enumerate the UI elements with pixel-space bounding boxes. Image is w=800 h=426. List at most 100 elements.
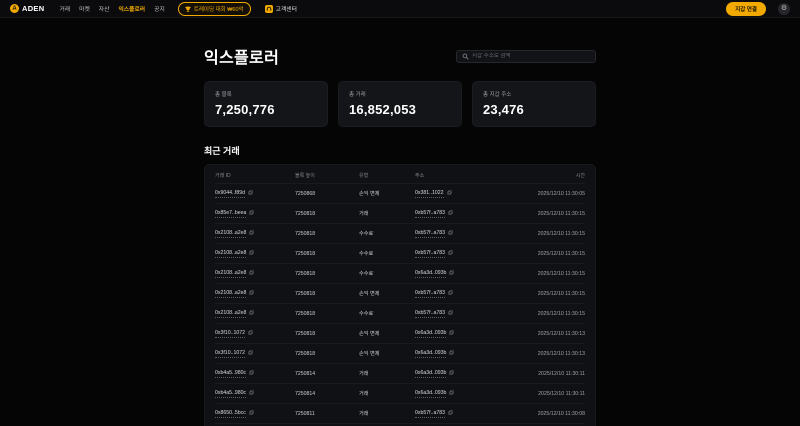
copy-icon[interactable] — [248, 350, 253, 357]
copy-icon[interactable] — [449, 350, 455, 357]
copy-icon[interactable] — [449, 390, 455, 397]
wallet-search-box[interactable] — [456, 49, 596, 63]
address-link[interactable]: 0x381..1022 — [415, 190, 444, 198]
tx-id-link[interactable]: 0x2108..a2e8 — [215, 290, 247, 298]
column-header-block-height: 블록 높이 — [295, 173, 315, 179]
block-height-cell: 7250814 — [295, 383, 359, 404]
support-center-label: 고객센터 — [275, 7, 297, 13]
tx-id-cell: 0x2108..a2e8 — [215, 263, 295, 284]
address-link[interactable]: 0x6a3d..093b — [415, 350, 447, 358]
copy-icon[interactable] — [448, 250, 453, 257]
stat-card-total-transactions: 총 거래 16,852,053 — [338, 81, 462, 127]
tx-id-link[interactable]: 0x2108..a2e8 — [215, 310, 247, 318]
address-link[interactable]: 0xb57f..a783 — [415, 310, 445, 318]
copy-icon[interactable] — [249, 270, 255, 277]
menu-item-market[interactable]: 마켓 — [79, 4, 90, 13]
tx-id-link[interactable]: 0x2108..a2e8 — [215, 270, 247, 278]
address-link[interactable]: 0xb57f..a783 — [415, 410, 445, 418]
copy-icon[interactable] — [248, 330, 253, 337]
wallet-search-input[interactable] — [472, 53, 590, 59]
tx-id-link[interactable]: 0x85e7..beea — [215, 210, 247, 218]
address-link[interactable]: 0xb57f..a783 — [415, 230, 445, 238]
copy-icon[interactable] — [448, 310, 453, 317]
copy-icon[interactable] — [248, 190, 253, 197]
address-link[interactable]: 0xb57f..a783 — [415, 250, 445, 258]
menu-item-explorer[interactable]: 익스플로러 — [118, 4, 145, 13]
address-link[interactable]: 0x6a3d..093b — [415, 270, 447, 278]
table-row: 0x2108..a2e8 7250818 수수료 0xb57f..a783 20… — [215, 223, 585, 244]
table-row: 0x8650..5bcc 7250811 거래 0xb57f..a783 202… — [215, 403, 585, 424]
trading-contest-label: 트레이딩 대회 ₩60억 — [193, 6, 244, 13]
address-link[interactable]: 0x6a3d..093b — [415, 370, 447, 378]
tx-id-cell: 0x2108..a2e8 — [215, 303, 295, 324]
address-cell: 0xb57f..a783 — [415, 403, 519, 424]
recent-transactions-title: 최근 거래 — [204, 146, 240, 156]
column-header-time: 시간 — [575, 173, 585, 179]
time-cell: 2025/12/10 11:30:15 — [519, 263, 585, 284]
copy-icon[interactable] — [449, 370, 455, 377]
copy-icon[interactable] — [249, 410, 254, 417]
time-cell: 2025/12/10 11:30:15 — [519, 283, 585, 304]
menu-item-trade[interactable]: 거래 — [59, 4, 70, 13]
address-link[interactable]: 0xb57f..a783 — [415, 210, 445, 218]
table-row: 0x2108..a2e8 7250818 수수료 0xb57f..a783 20… — [215, 243, 585, 264]
stat-label: 총 지갑 주소 — [483, 92, 512, 98]
address-cell: 0xb57f..a783 — [415, 303, 519, 324]
copy-icon[interactable] — [249, 230, 255, 237]
tx-id-link[interactable]: 0x9044..f89d — [215, 190, 245, 198]
time-cell: 2025/12/10 11:30:13 — [519, 323, 585, 344]
tx-id-link[interactable]: 0x2108..a2e8 — [215, 230, 247, 238]
top-navbar: A ADEN 거래 마켓 자산 익스플로러 공지 트레이딩 대회 ₩60억 고객… — [0, 0, 800, 18]
address-cell: 0xb57f..a783 — [415, 283, 519, 304]
tx-id-link[interactable]: 0x3f10..1072 — [215, 330, 245, 338]
copy-icon[interactable] — [449, 330, 455, 337]
block-height-cell: 7250818 — [295, 323, 359, 344]
block-height-cell: 7250818 — [295, 203, 359, 224]
headset-icon — [264, 4, 273, 13]
menu-item-assets[interactable]: 자산 — [99, 4, 110, 13]
recent-transactions-table: 거래 ID 블록 높이 유형 주소 시간 0x9044..f89d 725086… — [215, 167, 585, 426]
copy-icon[interactable] — [249, 250, 255, 257]
copy-icon[interactable] — [249, 290, 255, 297]
address-cell: 0x6a3d..093b — [415, 383, 519, 404]
tx-id-cell: 0xb4a5..980c — [215, 383, 295, 404]
copy-icon[interactable] — [446, 190, 452, 197]
column-header-type: 유형 — [359, 173, 369, 179]
stat-card-total-wallets: 총 지갑 주소 23,476 — [472, 81, 596, 127]
stats-row: 총 블록 7,250,776 총 거래 16,852,053 총 지갑 주소 2… — [204, 81, 596, 127]
menu-item-notice[interactable]: 공지 — [154, 4, 165, 13]
connect-wallet-button[interactable]: 지갑 연결 — [726, 1, 766, 16]
tx-id-link[interactable]: 0x8650..5bcc — [215, 410, 246, 418]
copy-icon[interactable] — [448, 210, 453, 217]
copy-icon[interactable] — [448, 410, 453, 417]
brand-logo[interactable]: A ADEN — [10, 4, 44, 13]
support-center[interactable]: 고객센터 — [264, 4, 297, 13]
address-link[interactable]: 0x6a3d..093b — [415, 390, 447, 398]
copy-icon[interactable] — [249, 390, 254, 397]
type-cell: 수수료 — [359, 223, 415, 244]
main-menu: 거래 마켓 자산 익스플로러 공지 — [59, 4, 164, 13]
copy-icon[interactable] — [449, 270, 455, 277]
tx-id-link[interactable]: 0xb4a5..980c — [215, 390, 247, 398]
gear-icon: ⚙ — [780, 5, 788, 12]
copy-icon[interactable] — [448, 290, 453, 297]
time-cell: 2025/12/10 11:30:13 — [519, 343, 585, 364]
type-cell: 거래 — [359, 383, 415, 404]
tx-id-link[interactable]: 0x2108..a2e8 — [215, 250, 247, 258]
address-link[interactable]: 0xb57f..a783 — [415, 290, 445, 298]
tx-id-link[interactable]: 0x3f10..1072 — [215, 350, 245, 358]
trading-contest-badge[interactable]: 트레이딩 대회 ₩60억 — [177, 1, 251, 16]
time-cell: 2025/12/10 11:30:15 — [519, 203, 585, 224]
copy-icon[interactable] — [448, 230, 453, 237]
copy-icon[interactable] — [249, 370, 254, 377]
tx-id-link[interactable]: 0xb4a5..980c — [215, 370, 247, 378]
settings-button[interactable]: ⚙ — [778, 2, 790, 15]
tx-id-cell: 0x3f10..1072 — [215, 323, 295, 344]
copy-icon[interactable] — [249, 210, 255, 217]
type-cell: 수수료 — [359, 263, 415, 284]
tx-id-cell: 0xb4a5..980c — [215, 363, 295, 384]
time-cell: 2025/12/10 11:30:05 — [519, 183, 585, 204]
copy-icon[interactable] — [249, 310, 255, 317]
address-link[interactable]: 0x6a3d..093b — [415, 330, 447, 338]
type-cell: 손익 변제 — [359, 343, 415, 364]
